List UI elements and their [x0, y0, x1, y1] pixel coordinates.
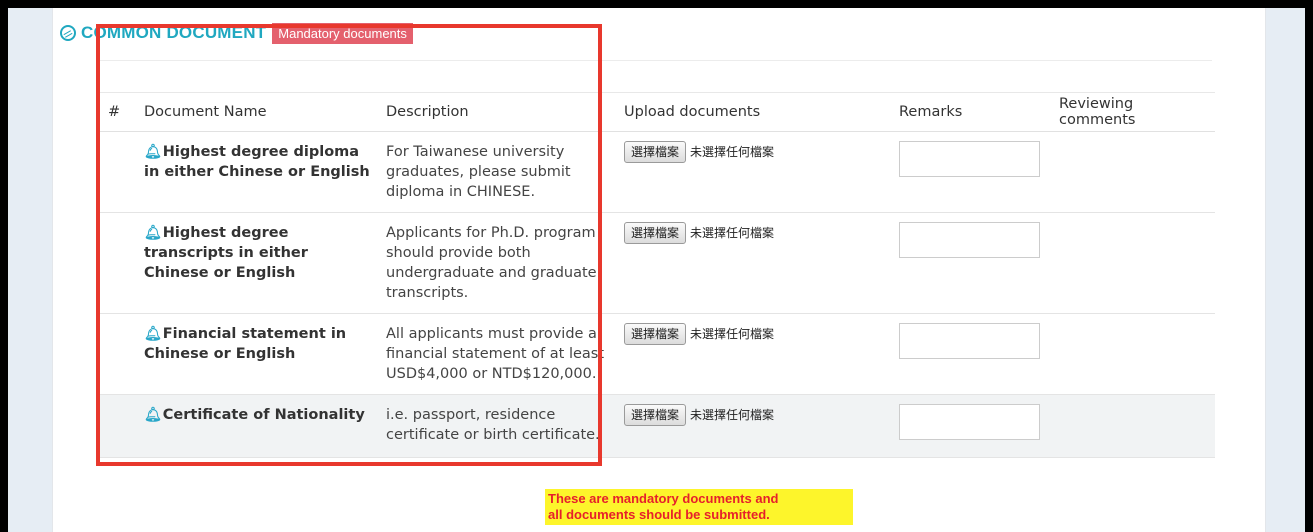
document-description: For Taiwanese university graduates, plea… [378, 131, 616, 213]
choose-file-button[interactable]: 選擇檔案 [624, 404, 687, 426]
bell-icon: 🔔︎ [144, 225, 162, 241]
file-status: 未選擇任何檔案 [690, 145, 775, 159]
file-status: 未選擇任何檔案 [690, 226, 775, 240]
row-num [100, 394, 136, 458]
document-description: i.e. passport, residence certificate or … [378, 394, 616, 458]
document-name: 🔔︎Certificate of Nationality [136, 394, 378, 458]
document-name: 🔔︎Highest degree diploma in either Chine… [136, 131, 378, 213]
reviewing-comments [1051, 212, 1215, 314]
row-num [100, 131, 136, 213]
bell-icon: 🔔︎ [144, 407, 162, 423]
remarks-input[interactable] [899, 323, 1040, 359]
divider [100, 60, 1212, 61]
file-input[interactable]: 選擇檔案 未選擇任何檔案 [624, 323, 883, 345]
remarks-input[interactable] [899, 222, 1040, 258]
choose-file-button[interactable]: 選擇檔案 [624, 222, 687, 244]
remarks-input[interactable] [899, 404, 1040, 440]
file-status: 未選擇任何檔案 [690, 408, 775, 422]
documents-table: # Document Name Description Upload docum… [100, 92, 1215, 458]
header-description: Description [378, 92, 616, 132]
document-name: 🔔︎Highest degree transcripts in either C… [136, 212, 378, 314]
file-input[interactable]: 選擇檔案 未選擇任何檔案 [624, 222, 883, 244]
choose-file-button[interactable]: 選擇檔案 [624, 141, 687, 163]
row-num [100, 212, 136, 314]
bell-icon: 🔔︎ [144, 326, 162, 342]
remarks-cell [891, 394, 1051, 458]
document-name-text: Highest degree diploma in either Chinese… [144, 144, 370, 180]
row-num [100, 313, 136, 395]
remarks-cell [891, 212, 1051, 314]
reviewing-comments [1051, 131, 1215, 213]
document-name-text: Financial statement in Chinese or Englis… [144, 326, 347, 362]
upload-cell: 選擇檔案 未選擇任何檔案 [616, 212, 891, 314]
page-frame: COMMON DOCUMENT Mandatory documents # Do… [8, 8, 1305, 532]
header-num: # [100, 92, 136, 132]
remarks-cell [891, 131, 1051, 213]
remarks-input[interactable] [899, 141, 1040, 177]
file-status: 未選擇任何檔案 [690, 327, 775, 341]
table-header-row: # Document Name Description Upload docum… [100, 92, 1215, 132]
table-row: 🔔︎Highest degree diploma in either Chine… [100, 131, 1215, 213]
bell-icon: 🔔︎ [144, 144, 162, 160]
reviewing-comments [1051, 313, 1215, 395]
file-input[interactable]: 選擇檔案 未選擇任何檔案 [624, 141, 883, 163]
document-description: All applicants must provide a financial … [378, 313, 616, 395]
header-upload: Upload documents [616, 92, 891, 132]
annotation-line-2: all documents should be submitted. [548, 507, 770, 522]
choose-file-button[interactable]: 選擇檔案 [624, 323, 687, 345]
document-name-text: Certificate of Nationality [162, 407, 365, 423]
table-row: 🔔︎Highest degree transcripts in either C… [100, 212, 1215, 314]
remarks-cell [891, 313, 1051, 395]
mandatory-badge: Mandatory documents [272, 22, 413, 44]
header-reviewing: Reviewing comments [1051, 92, 1215, 132]
upload-cell: 選擇檔案 未選擇任何檔案 [616, 394, 891, 458]
upload-cell: 選擇檔案 未選擇任何檔案 [616, 313, 891, 395]
section-header: COMMON DOCUMENT Mandatory documents [60, 22, 413, 44]
document-description: Applicants for Ph.D. program should prov… [378, 212, 616, 314]
document-name-text: Highest degree transcripts in either Chi… [144, 225, 308, 281]
dribbble-icon [60, 25, 76, 41]
document-name: 🔔︎Financial statement in Chinese or Engl… [136, 313, 378, 395]
annotation-line-1: These are mandatory documents and [548, 491, 779, 506]
table-row: 🔔︎Certificate of Nationality i.e. passpo… [100, 394, 1215, 458]
header-document-name: Document Name [136, 92, 378, 132]
file-input[interactable]: 選擇檔案 未選擇任何檔案 [624, 404, 883, 426]
upload-cell: 選擇檔案 未選擇任何檔案 [616, 131, 891, 213]
header-remarks: Remarks [891, 92, 1051, 132]
table-row: 🔔︎Financial statement in Chinese or Engl… [100, 313, 1215, 395]
section-title: COMMON DOCUMENT [81, 23, 267, 42]
annotation-note: These are mandatory documents and all do… [545, 489, 853, 525]
reviewing-comments [1051, 394, 1215, 458]
